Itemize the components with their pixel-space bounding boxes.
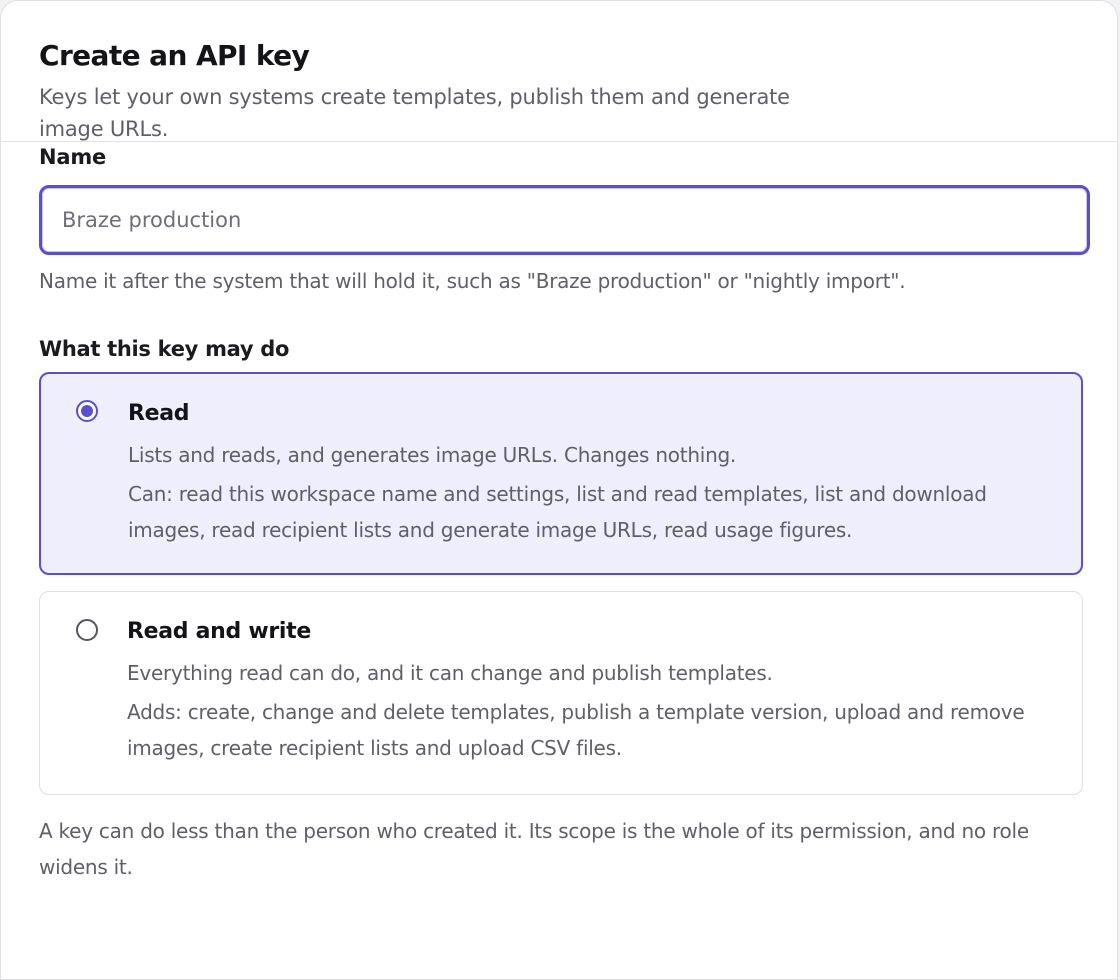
permissions-label: What this key may do [39,337,290,361]
permission-option-read[interactable]: Read Lists and reads, and generates imag… [39,372,1083,575]
option-detail: Adds: create, change and delete template… [127,700,1025,760]
radio-checked-icon[interactable] [76,400,98,422]
dialog-header: Create an API key Keys let your own syst… [1,1,1117,142]
create-api-key-dialog: Create an API key Keys let your own syst… [0,0,1118,980]
option-title: Read [128,401,190,426]
radio-unchecked-icon[interactable] [76,619,98,641]
name-label: Name [39,145,107,169]
dialog-body: Name Name it after the system that will … [1,142,1117,885]
dialog-subtitle: Keys let your own systems create templat… [39,85,790,141]
permission-option-read-and-write[interactable]: Read and write Everything read can do, a… [39,591,1083,795]
dialog-title: Create an API key [39,39,310,72]
name-hint: Name it after the system that will hold … [39,269,906,293]
option-description: Everything read can do, and it can chang… [127,661,773,685]
name-input[interactable] [39,185,1090,255]
option-detail: Can: read this workspace name and settin… [128,482,987,542]
option-description: Lists and reads, and generates image URL… [128,443,737,467]
option-title: Read and write [127,619,311,644]
scope-footnote: A key can do less than the person who cr… [39,819,1029,879]
